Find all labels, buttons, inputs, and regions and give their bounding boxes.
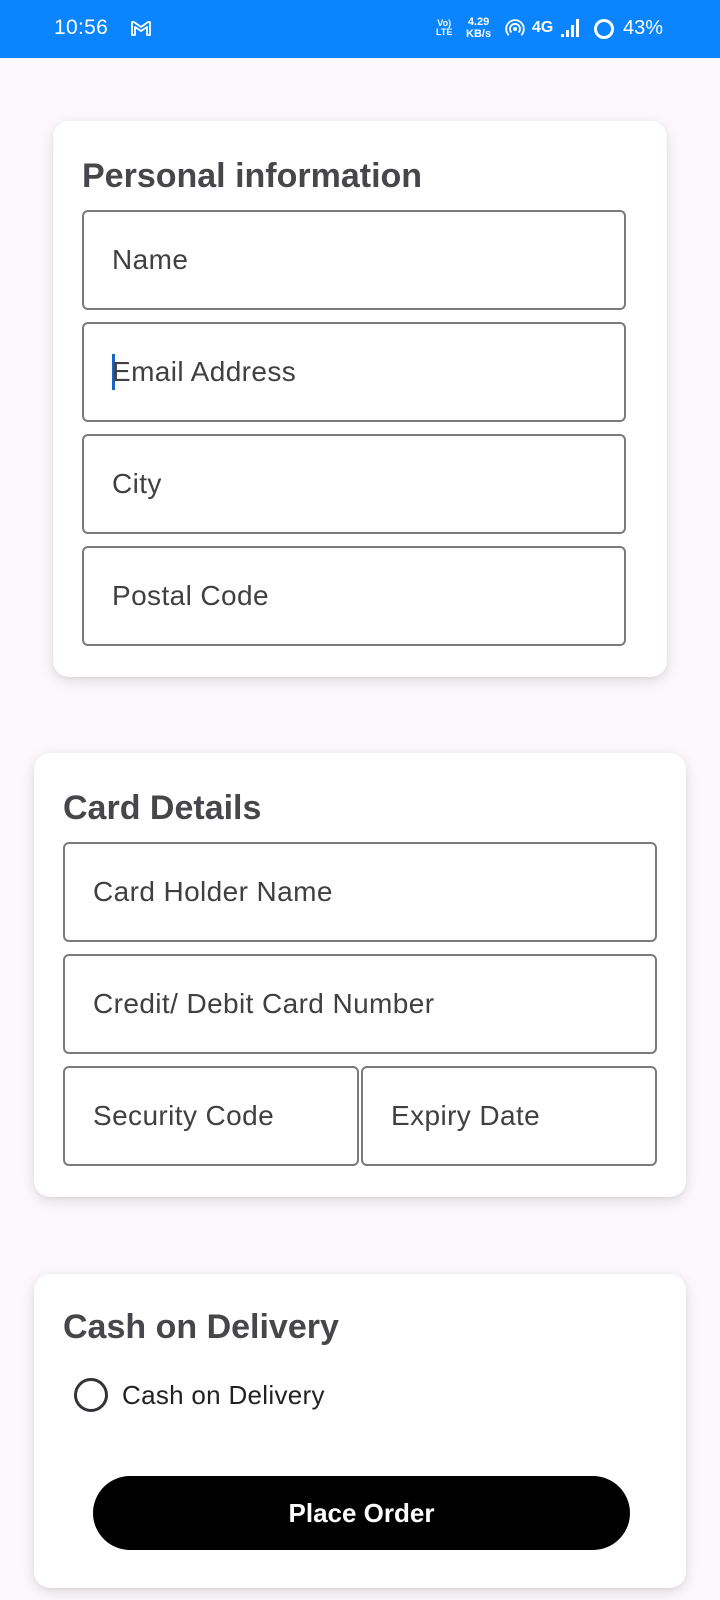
cash-on-delivery-radio[interactable] <box>74 1378 108 1412</box>
city-field[interactable]: City <box>82 434 626 534</box>
expiry-date-placeholder: Expiry Date <box>391 1100 541 1131</box>
cash-on-delivery-title: Cash on Delivery <box>63 1308 339 1346</box>
network-type: 4G <box>532 19 554 36</box>
card-details-card: Card Details Card Holder Name Credit/ De… <box>34 753 686 1197</box>
place-order-button[interactable]: Place Order <box>93 1476 630 1550</box>
card-holder-name-placeholder: Card Holder Name <box>93 876 333 907</box>
cash-on-delivery-option-label[interactable]: Cash on Delivery <box>122 1378 325 1412</box>
status-bar: 10:56 Vo) LTE 4.29 KB/s 4G 43% <box>0 0 720 58</box>
email-field[interactable]: Email Address <box>82 322 626 422</box>
card-holder-name-field[interactable]: Card Holder Name <box>63 842 657 942</box>
name-placeholder: Name <box>112 244 189 275</box>
personal-information-card: Personal information Name Email Address … <box>53 121 667 677</box>
signal-icon <box>561 19 579 37</box>
network-speed: 4.29 KB/s <box>466 16 492 40</box>
battery-icon <box>594 19 614 39</box>
card-number-placeholder: Credit/ Debit Card Number <box>93 988 435 1019</box>
status-time: 10:56 <box>54 16 109 39</box>
email-placeholder: Email Address <box>112 356 297 387</box>
city-placeholder: City <box>112 468 162 499</box>
postal-code-placeholder: Postal Code <box>112 580 269 611</box>
expiry-date-field[interactable]: Expiry Date <box>361 1066 657 1166</box>
volte-indicator: Vo) LTE <box>436 18 453 37</box>
security-code-field[interactable]: Security Code <box>63 1066 359 1166</box>
personal-information-title: Personal information <box>82 157 423 195</box>
name-field[interactable]: Name <box>82 210 626 310</box>
battery-percentage: 43% <box>623 17 664 39</box>
gmail-icon <box>131 21 151 36</box>
postal-code-field[interactable]: Postal Code <box>82 546 626 646</box>
card-number-field[interactable]: Credit/ Debit Card Number <box>63 954 657 1054</box>
card-details-title: Card Details <box>63 789 262 827</box>
hotspot-icon <box>505 19 525 36</box>
cash-on-delivery-card: Cash on Delivery Cash on Delivery Place … <box>34 1274 686 1588</box>
security-code-placeholder: Security Code <box>93 1100 275 1131</box>
